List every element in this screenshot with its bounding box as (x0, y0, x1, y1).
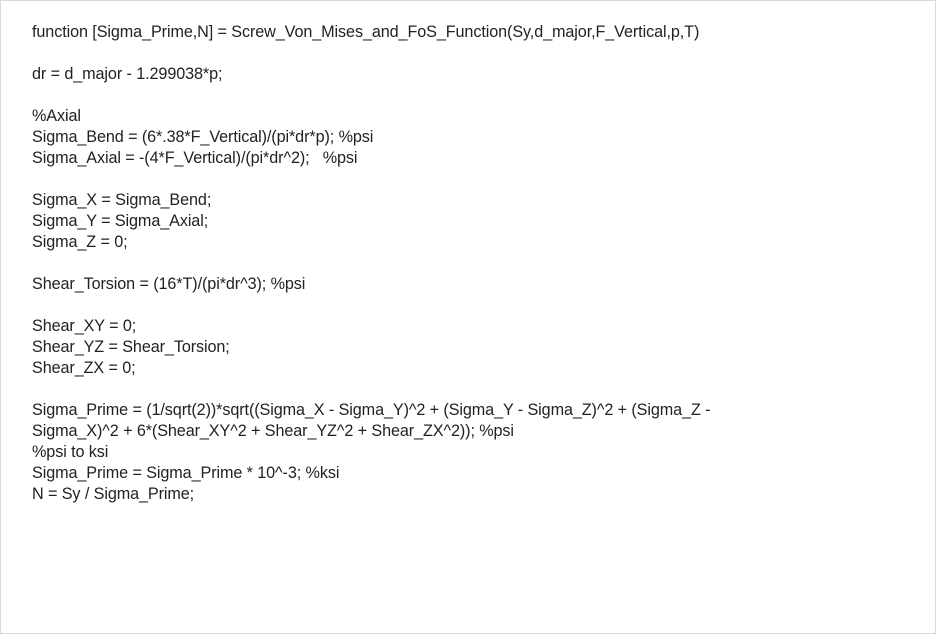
code-line-sigma-x: Sigma_X = Sigma_Bend; (32, 191, 212, 209)
code-line-shear-zx: Shear_ZX = 0; (32, 359, 136, 377)
code-line-sigma-axial: Sigma_Axial = -(4*F_Vertical)/(pi*dr^2);… (32, 149, 358, 167)
code-line-sigma-prime-ksi: Sigma_Prime = Sigma_Prime * 10^-3; %ksi (32, 464, 340, 482)
document-frame: function [Sigma_Prime,N] = Screw_Von_Mis… (0, 0, 936, 634)
code-line-sigma-prime-part1: Sigma_Prime = (1/sqrt(2))*sqrt((Sigma_X … (32, 401, 711, 419)
code-line-shear-yz: Shear_YZ = Shear_Torsion; (32, 338, 230, 356)
code-line-psi-to-ksi-comment: %psi to ksi (32, 443, 109, 461)
code-line-factor-of-safety: N = Sy / Sigma_Prime; (32, 485, 195, 503)
code-block: function [Sigma_Prime,N] = Screw_Von_Mis… (32, 22, 912, 505)
code-line-sigma-y: Sigma_Y = Sigma_Axial; (32, 212, 209, 230)
code-line-dr: dr = d_major - 1.299038*p; (32, 65, 223, 83)
code-line-shear-torsion: Shear_Torsion = (16*T)/(pi*dr^3); %psi (32, 275, 306, 293)
code-line-sigma-z: Sigma_Z = 0; (32, 233, 128, 251)
code-line-shear-xy: Shear_XY = 0; (32, 317, 137, 335)
code-line-function-signature: function [Sigma_Prime,N] = Screw_Von_Mis… (32, 23, 700, 41)
code-line-sigma-bend: Sigma_Bend = (6*.38*F_Vertical)/(pi*dr*p… (32, 128, 374, 146)
code-line-axial-comment: %Axial (32, 107, 81, 125)
code-line-sigma-prime-part2: Sigma_X)^2 + 6*(Shear_XY^2 + Shear_YZ^2 … (32, 422, 514, 440)
